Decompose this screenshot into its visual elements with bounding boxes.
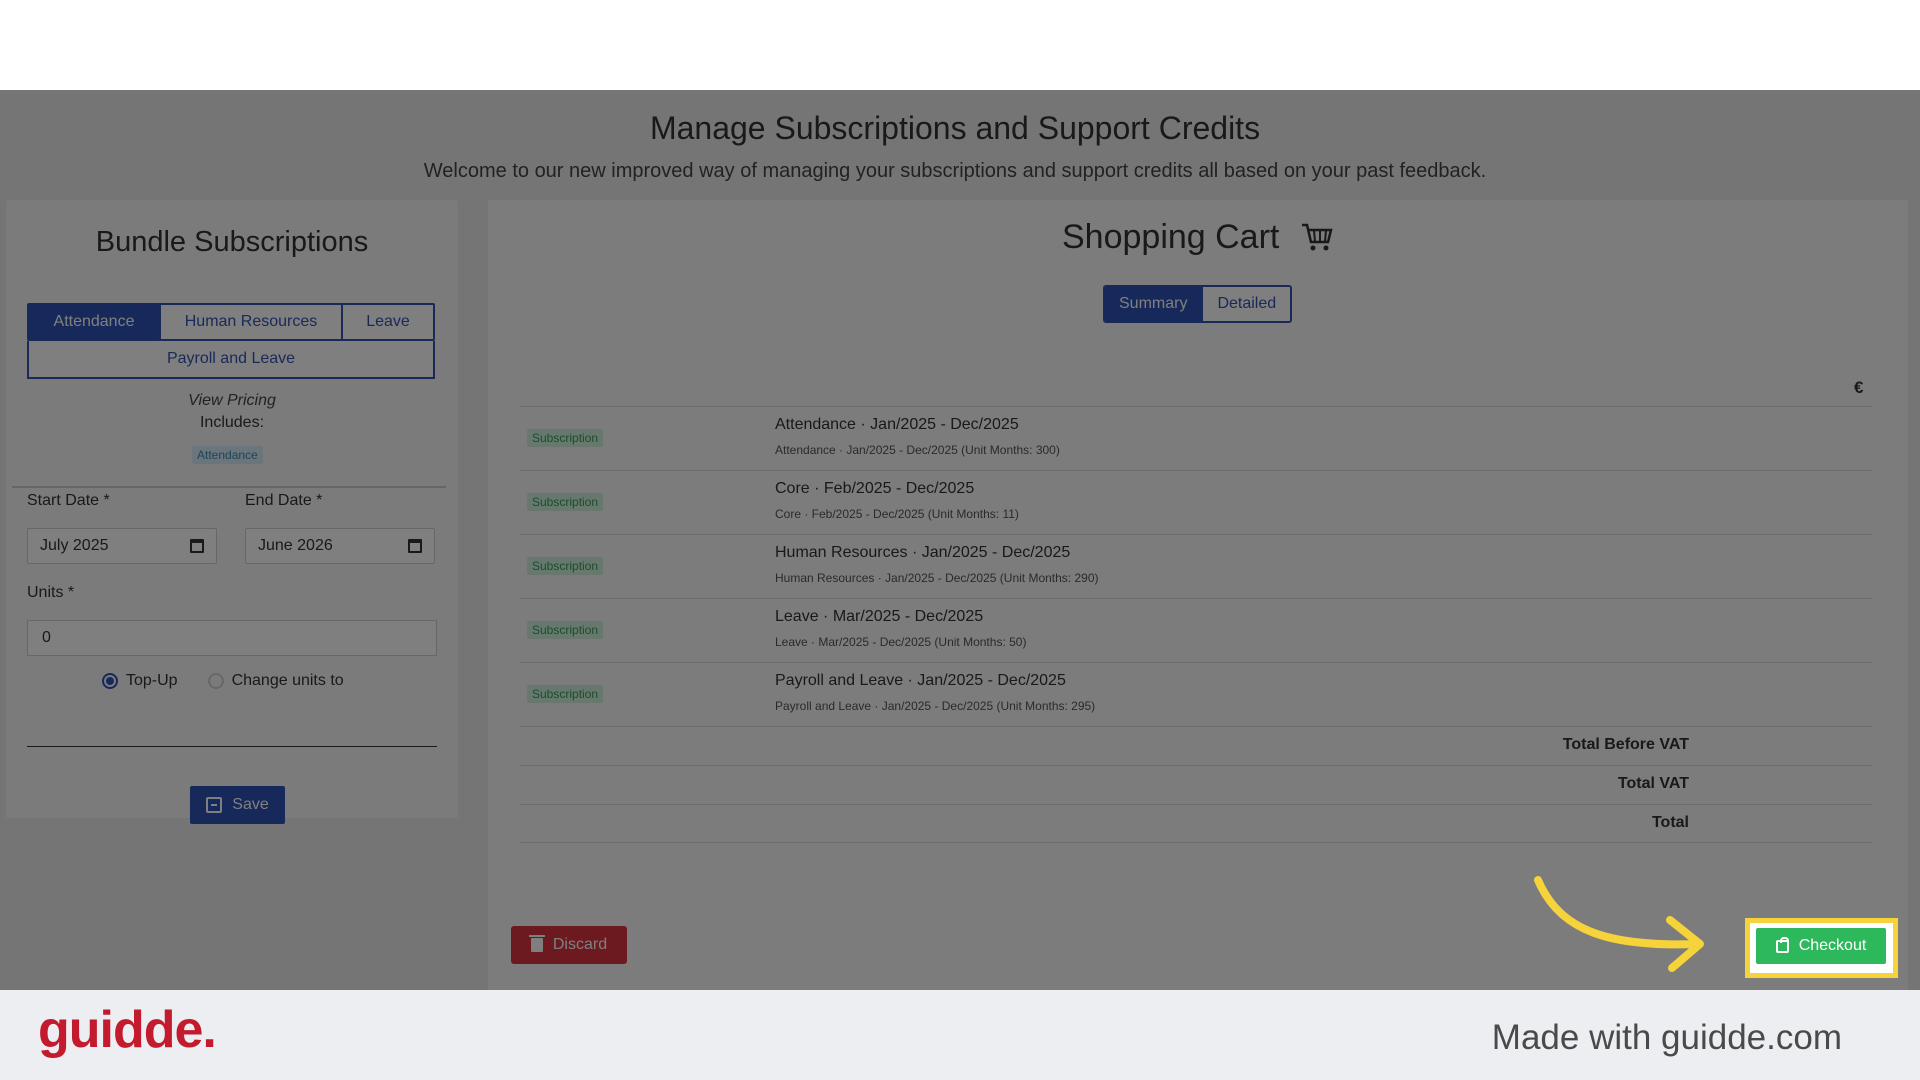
radio-top-up-label: Top-Up <box>126 672 178 689</box>
units-mode-radios: Top-Up Change units to <box>102 672 344 690</box>
divider <box>12 486 446 488</box>
footer-bar: guidde. Made with guidde.com <box>0 990 1920 1080</box>
bundle-title: Bundle Subscriptions <box>95 226 369 258</box>
cart-icon <box>1302 223 1333 251</box>
guidde-logo: guidde. <box>38 1001 217 1059</box>
includes-badge: Attendance <box>192 446 263 464</box>
tab-payroll-and-leave[interactable]: Payroll and Leave <box>27 341 435 379</box>
includes-label: Includes: <box>199 414 265 431</box>
row-detail: Attendance · Jan/2025 - Dec/2025 (Unit M… <box>775 443 1060 457</box>
units-input[interactable]: 0 <box>27 620 437 656</box>
page-title: Manage Subscriptions and Support Credits <box>649 110 1261 146</box>
units-label: Units * <box>27 584 75 601</box>
cart-row: Subscription Leave · Mar/2025 - Dec/2025… <box>519 598 1873 662</box>
end-date-field[interactable]: June 2026 <box>245 528 435 564</box>
shopping-bag-icon <box>1775 936 1789 953</box>
discard-label: Discard <box>552 936 608 953</box>
currency-header: € <box>1854 378 1864 397</box>
start-date-label: Start Date * <box>27 492 110 509</box>
tab-human-resources[interactable]: Human Resources <box>161 305 343 339</box>
subscription-badge: Subscription <box>527 621 604 639</box>
view-pricing-link[interactable]: View Pricing <box>6 392 458 410</box>
row-detail: Core · Feb/2025 - Dec/2025 (Unit Months:… <box>775 507 1019 521</box>
total-before-vat-label: Total Before VAT <box>1562 736 1689 753</box>
cart-row: Subscription Payroll and Leave · Jan/202… <box>519 662 1873 726</box>
total-vat-row: Total VAT <box>519 765 1873 804</box>
total-vat-label: Total VAT <box>1617 775 1689 792</box>
calendar-icon[interactable] <box>408 539 422 553</box>
row-title: Leave · Mar/2025 - Dec/2025 <box>775 608 984 625</box>
divider <box>27 746 437 747</box>
subscription-badge: Subscription <box>527 557 604 575</box>
row-title: Attendance · Jan/2025 - Dec/2025 <box>775 416 1019 433</box>
start-date-value: July 2025 <box>40 537 109 554</box>
radio-change-units[interactable] <box>207 673 224 689</box>
end-date-label: End Date * <box>245 492 323 509</box>
cart-title: Shopping Cart <box>1062 218 1280 256</box>
row-title: Payroll and Leave · Jan/2025 - Dec/2025 <box>775 672 1066 689</box>
subscription-badge: Subscription <box>527 429 604 447</box>
cart-row: Subscription Attendance · Jan/2025 - Dec… <box>519 406 1873 470</box>
discard-button[interactable]: Discard <box>511 926 627 964</box>
row-title: Core · Feb/2025 - Dec/2025 <box>775 480 975 497</box>
cart-view-toggle: Summary Detailed <box>1103 285 1293 323</box>
tab-detailed[interactable]: Detailed <box>1203 287 1291 321</box>
subscription-badge: Subscription <box>527 493 604 511</box>
tab-attendance[interactable]: Attendance <box>29 305 161 339</box>
radio-change-units-label: Change units to <box>231 672 344 689</box>
calendar-icon[interactable] <box>190 539 204 553</box>
trash-icon <box>528 935 545 952</box>
row-detail: Leave · Mar/2025 - Dec/2025 (Unit Months… <box>775 635 1027 649</box>
tab-leave[interactable]: Leave <box>343 305 433 339</box>
bundle-tabs: Attendance Human Resources Leave <box>27 303 435 341</box>
checkout-button[interactable]: Checkout <box>1756 928 1886 964</box>
cart-row: Subscription Human Resources · Jan/2025 … <box>519 534 1873 598</box>
made-with-text: Made with guidde.com <box>1491 1018 1842 1057</box>
row-title: Human Resources · Jan/2025 - Dec/2025 <box>775 544 1071 561</box>
pointer-arrow-icon <box>1534 876 1704 972</box>
save-icon <box>206 797 223 813</box>
tab-summary[interactable]: Summary <box>1105 287 1204 321</box>
subscription-badge: Subscription <box>527 685 604 703</box>
save-label: Save <box>232 796 269 813</box>
table-bottom-border <box>519 842 1873 843</box>
radio-top-up[interactable] <box>102 673 118 689</box>
row-detail: Human Resources · Jan/2025 - Dec/2025 (U… <box>775 571 1099 585</box>
checkout-label: Checkout <box>1798 937 1867 954</box>
row-detail: Payroll and Leave · Jan/2025 - Dec/2025 … <box>775 699 1096 713</box>
total-before-vat-row: Total Before VAT <box>519 726 1873 765</box>
bundle-subscriptions-panel: Bundle Subscriptions Attendance Human Re… <box>6 200 458 824</box>
top-margin <box>0 0 1920 90</box>
total-row: Total <box>519 804 1873 843</box>
page-subtitle: Welcome to our new improved way of manag… <box>423 160 1487 182</box>
cart-row: Subscription Core · Feb/2025 - Dec/2025 … <box>519 470 1873 534</box>
save-button[interactable]: Save <box>190 786 285 824</box>
start-date-field[interactable]: July 2025 <box>27 528 217 564</box>
end-date-value: June 2026 <box>258 537 333 554</box>
total-label: Total <box>1651 814 1689 831</box>
